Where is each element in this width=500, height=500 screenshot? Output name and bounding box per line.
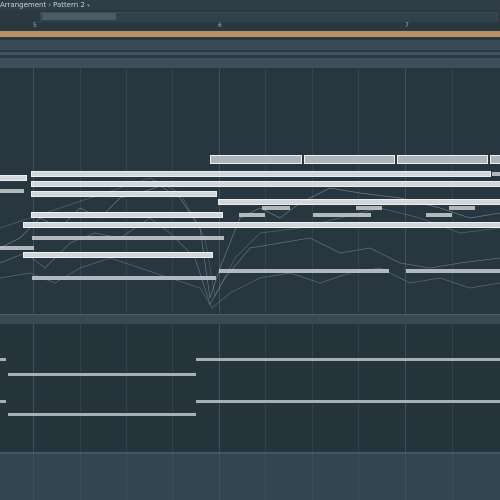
breadcrumb-item-arrangement[interactable]: Arrangement	[0, 1, 46, 9]
note[interactable]	[219, 200, 500, 204]
note[interactable]	[0, 400, 6, 403]
note[interactable]	[32, 213, 222, 217]
note[interactable]	[262, 206, 290, 210]
bar-number-label: 6	[218, 22, 222, 29]
grid-line	[126, 324, 127, 452]
note[interactable]	[491, 156, 500, 163]
note[interactable]	[492, 172, 500, 176]
note[interactable]	[356, 206, 382, 210]
note[interactable]	[219, 269, 389, 273]
note[interactable]	[32, 182, 500, 186]
note[interactable]	[449, 206, 475, 210]
bar-number-label: 5	[33, 22, 37, 29]
note[interactable]	[0, 176, 26, 180]
grid-line	[172, 452, 173, 500]
grid-line	[126, 452, 127, 500]
note[interactable]	[196, 400, 500, 403]
breadcrumb-item-pattern[interactable]: Pattern 2	[53, 1, 85, 9]
grid-line	[265, 324, 266, 452]
grid-line	[452, 452, 453, 500]
marker-lane[interactable]	[0, 40, 500, 50]
note[interactable]	[406, 269, 500, 273]
piano-roll-grid[interactable]	[0, 68, 500, 314]
note[interactable]	[239, 213, 265, 217]
note[interactable]	[32, 172, 490, 176]
note[interactable]	[0, 246, 34, 250]
note[interactable]	[24, 223, 500, 227]
grid-line	[33, 324, 34, 452]
loop-region-bar[interactable]	[0, 31, 500, 37]
bar-number-label: 7	[405, 22, 409, 29]
grid-line	[33, 452, 34, 500]
grid-line	[172, 324, 173, 452]
grid-line	[358, 452, 359, 500]
note[interactable]	[32, 236, 224, 240]
grid-line	[452, 324, 453, 452]
note[interactable]	[32, 276, 216, 280]
note[interactable]	[0, 189, 24, 193]
note[interactable]	[0, 358, 6, 361]
event-lane-header[interactable]	[0, 58, 500, 68]
grid-line	[265, 452, 266, 500]
grid-line	[80, 452, 81, 500]
grid-line	[312, 324, 313, 452]
dropdown-arrow-icon[interactable]: ▾	[87, 3, 90, 9]
panel-top-border	[0, 452, 500, 454]
breadcrumb: Arrangement › Pattern 2 ▾	[0, 0, 90, 10]
note[interactable]	[24, 253, 212, 257]
note[interactable]	[8, 413, 196, 416]
scrollbar-thumb[interactable]	[42, 13, 116, 20]
note[interactable]	[426, 213, 452, 217]
note[interactable]	[8, 373, 196, 376]
grid-line	[405, 324, 406, 452]
grid-line	[358, 324, 359, 452]
note[interactable]	[398, 156, 487, 163]
lane-separator	[0, 52, 500, 55]
secondary-note-lane[interactable]	[0, 324, 500, 452]
grid-line	[405, 452, 406, 500]
breadcrumb-separator: ›	[48, 1, 52, 9]
timeline-ruler[interactable]	[0, 22, 500, 30]
grid-line	[219, 324, 220, 452]
event-editor-panel[interactable]	[0, 452, 500, 500]
note[interactable]	[32, 192, 216, 196]
grid-line	[219, 452, 220, 500]
note[interactable]	[313, 213, 371, 217]
grid-line	[80, 324, 81, 452]
note[interactable]	[211, 156, 301, 163]
grid-line	[312, 452, 313, 500]
note[interactable]	[305, 156, 394, 163]
note[interactable]	[196, 358, 500, 361]
